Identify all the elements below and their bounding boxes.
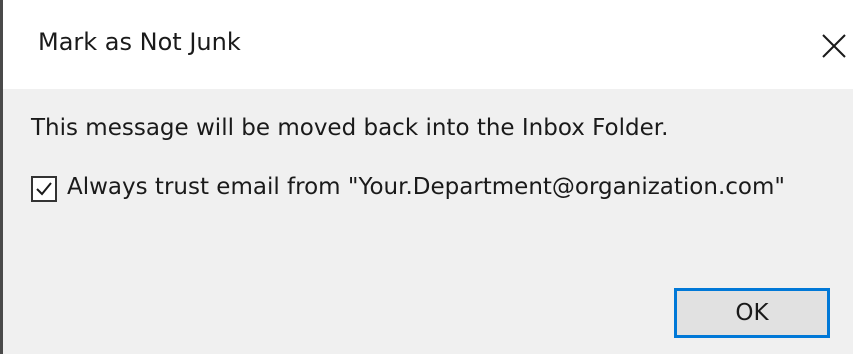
ok-button-label: OK bbox=[735, 300, 769, 326]
ok-button[interactable]: OK bbox=[674, 288, 830, 338]
mark-not-junk-dialog: Mark as Not Junk This message will be mo… bbox=[0, 0, 853, 354]
check-icon bbox=[36, 182, 52, 196]
always-trust-checkbox[interactable] bbox=[31, 176, 57, 202]
title-bar: Mark as Not Junk bbox=[3, 0, 853, 89]
close-icon bbox=[822, 34, 846, 58]
always-trust-label[interactable]: Always trust email from "Your.Department… bbox=[67, 174, 785, 200]
close-button[interactable] bbox=[801, 18, 853, 74]
dialog-title: Mark as Not Junk bbox=[38, 28, 241, 56]
dialog-message: This message will be moved back into the… bbox=[31, 115, 669, 141]
